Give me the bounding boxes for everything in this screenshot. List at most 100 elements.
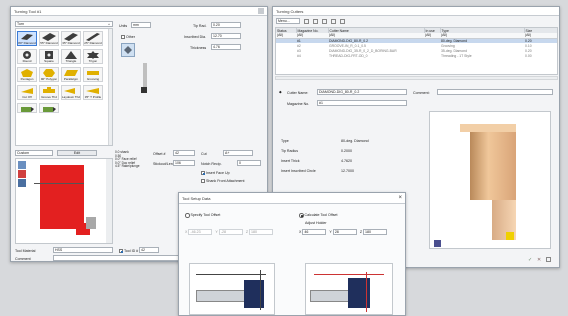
comment-label: Comment:: [413, 91, 430, 95]
magazine-no-input[interactable]: #1: [317, 100, 407, 106]
cut-icon[interactable]: [322, 18, 327, 24]
undo-icon[interactable]: [331, 18, 336, 24]
grooving-tool-icon: [40, 104, 58, 114]
cut-select[interactable]: A+: [223, 150, 253, 156]
notch-label: Notch Recip.: [201, 162, 222, 166]
insert-shape-tile[interactable]: Square: [39, 49, 59, 64]
insert-shape-tile[interactable]: 80° Diamond: [17, 31, 37, 46]
offset-input[interactable]: 42: [173, 150, 195, 156]
cutter-comment-input[interactable]: [437, 89, 553, 95]
holder-select[interactable]: Custom: [15, 150, 53, 156]
menu-button[interactable]: Menu...: [276, 18, 300, 24]
other-check-box[interactable]: [121, 35, 125, 40]
close-icon[interactable]: [258, 8, 264, 14]
axis-value[interactable]: 46: [302, 229, 327, 235]
edit-icon[interactable]: [304, 18, 309, 24]
ok-check-icon[interactable]: ✓: [528, 257, 532, 263]
axis-value[interactable]: 180: [249, 229, 274, 235]
axis-value[interactable]: -28: [218, 229, 243, 235]
window-title: Turning Tool #1: [14, 8, 42, 14]
insert-shape-tile[interactable]: 35° Diamond: [61, 31, 81, 46]
offset-field[interactable]: X 46: [299, 229, 327, 235]
tip-rad-input[interactable]: 0.20: [211, 22, 241, 28]
offset-label: Offset #: [153, 152, 166, 156]
property-row: Insert Inscribed Circle 12.7000: [281, 169, 411, 179]
axis-value[interactable]: 28: [332, 229, 357, 235]
horizontal-scrollbar[interactable]: [275, 76, 558, 80]
insert-shape-icon: [62, 32, 80, 42]
notch-input[interactable]: 0: [237, 160, 261, 166]
insert-face-up-checkbox[interactable]: Insert Face Up: [201, 171, 230, 176]
insert-shape-icon: [40, 68, 58, 78]
axis-label: Y: [329, 230, 332, 234]
cancel-x-icon[interactable]: ✕: [537, 257, 541, 263]
scrollbar[interactable]: [108, 29, 112, 145]
tool-type-select[interactable]: Turn ^: [15, 21, 113, 27]
radio-cutter[interactable]: ◆: [279, 90, 282, 94]
view-toggle-icon[interactable]: [434, 240, 441, 247]
close-icon[interactable]: ×: [398, 195, 402, 201]
insert-shape-tile[interactable]: 55° Diamond: [39, 31, 59, 46]
insert-shape-icon: [84, 50, 102, 60]
property-key: Insert Inscribed Circle: [281, 169, 316, 173]
help-icon[interactable]: [546, 257, 551, 262]
property-value: 4.7620: [341, 159, 352, 163]
insert-shape-label: 25° Diamond: [84, 42, 102, 45]
flip-icon[interactable]: [18, 179, 26, 187]
insert-shape-tile[interactable]: Trigon: [83, 49, 103, 64]
cutters-table: Status Magazine No. Cutter Name In use Type S…: [276, 28, 557, 58]
tool-id-checkbox[interactable]: Tool ID #: [119, 249, 138, 254]
tool-id-input[interactable]: 42: [139, 247, 159, 253]
specify-offset-radio[interactable]: Specify Tool Offset: [185, 213, 220, 218]
calculate-offset-radio[interactable]: Calculate Tool Offset: [299, 213, 338, 218]
insert-shape-tile[interactable]: Parallelgm: [61, 67, 81, 82]
insert-shape-tile[interactable]: Groove Thd: [39, 85, 59, 100]
insert-shape-icon: [84, 32, 102, 42]
turning-tool-titlebar: Turning Tool #1: [11, 7, 267, 16]
insert-shape-tile[interactable]: 90° Polygon: [39, 67, 59, 82]
insert-shape-icon: [18, 68, 36, 78]
insert-shape-label: 35° Diamond: [62, 42, 80, 45]
insert-shape-tile[interactable]: [17, 103, 37, 113]
rotate-icon[interactable]: [18, 161, 26, 169]
insert-shape-tile[interactable]: Grooving: [83, 67, 103, 82]
insert-shape-tile[interactable]: Cut Off: [17, 85, 37, 100]
offset-field[interactable]: Z 180: [360, 229, 388, 235]
thickness-input[interactable]: 4.76: [211, 44, 241, 50]
cutters-table-wrap: Status Magazine No. Cutter Name In use Type S…: [275, 27, 558, 75]
offset-field[interactable]: Y 28: [329, 229, 357, 235]
insert-shape-tile[interactable]: [39, 103, 59, 113]
holder-icon-buttons: [17, 160, 27, 190]
property-key: Insert Thick: [281, 159, 300, 163]
edit-holder-button[interactable]: Edit: [57, 150, 97, 156]
mirror-icon[interactable]: [18, 170, 26, 178]
offset-field[interactable]: Y -28: [215, 229, 243, 235]
cutter-name-input[interactable]: DIAMOND-DIG_80-R_0.2: [317, 89, 407, 95]
insert-shape-tile[interactable]: Pentagon: [17, 67, 37, 82]
insert-shape-tile[interactable]: Triangle: [61, 49, 81, 64]
grooving-tool-icon: [18, 104, 36, 114]
shank-front-checkbox[interactable]: Shank Front Attachment: [201, 179, 245, 184]
table-cell: [276, 53, 296, 58]
window-title: Turning Cutters: [276, 8, 304, 14]
axis-value[interactable]: 180: [363, 229, 388, 235]
insert-shape-tile[interactable]: Laydown Thd: [61, 85, 81, 100]
table-cell: [424, 53, 440, 58]
insert-shape-tile[interactable]: 25° Diamond: [83, 31, 103, 46]
specify-offset-diagram: [189, 263, 275, 315]
insert-shape-tile[interactable]: 35° T Profile: [83, 85, 103, 100]
insert-shape-label: Grooving: [86, 78, 100, 81]
other-checkbox[interactable]: Other: [121, 35, 135, 40]
turning-cutters-titlebar: Turning Cutters: [273, 7, 559, 16]
copy-icon[interactable]: [313, 18, 318, 24]
offset-field[interactable]: Z 180: [246, 229, 274, 235]
insert-shape-tile[interactable]: Round: [17, 49, 37, 64]
inscribed-dia-input[interactable]: 12.70: [211, 33, 241, 39]
table-row[interactable]: #4 THREAD-DIG-FRT-OD_0 Threading - 1T Styl…: [276, 53, 557, 58]
filter-icon[interactable]: [340, 18, 345, 24]
units-select[interactable]: mm: [131, 22, 151, 28]
stickout-input[interactable]: 106: [173, 160, 195, 166]
tool-material-select[interactable]: HSS: [53, 247, 113, 253]
offset-field[interactable]: X -46.23: [185, 229, 213, 235]
axis-value[interactable]: -46.23: [188, 229, 213, 235]
